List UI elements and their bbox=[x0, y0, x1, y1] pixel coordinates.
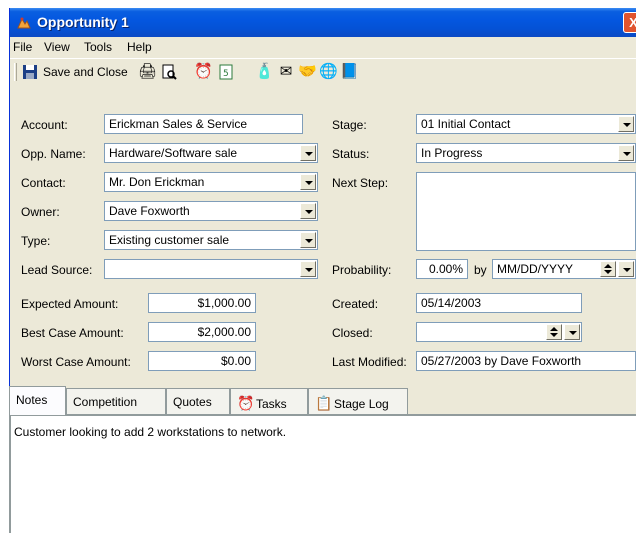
toolbar-grip[interactable] bbox=[14, 63, 17, 81]
contact-value: Mr. Don Erickman bbox=[109, 175, 205, 189]
owner-dropdown-button[interactable] bbox=[300, 203, 316, 219]
handshake-icon[interactable]: 🤝 bbox=[298, 63, 317, 81]
probability-date-dropdown-button[interactable] bbox=[618, 261, 634, 277]
tab-quotes[interactable]: Quotes bbox=[166, 388, 230, 414]
notes-text: Customer looking to add 2 workstations t… bbox=[14, 425, 287, 439]
stage-label: Stage: bbox=[332, 118, 367, 132]
svg-text:5: 5 bbox=[223, 69, 229, 79]
tab-bar: Notes Competition Quotes ⏰ Tasks 📋 Stage L… bbox=[9, 386, 636, 415]
probability-label: Probability: bbox=[332, 263, 392, 277]
tab-tasks[interactable]: ⏰ Tasks bbox=[230, 388, 308, 414]
opportunity-app-icon bbox=[17, 17, 31, 29]
owner-value: Dave Foxworth bbox=[109, 204, 190, 218]
tab-tasks-label: Tasks bbox=[256, 397, 287, 411]
type-dropdown[interactable]: Existing customer sale bbox=[104, 230, 318, 250]
menu-view[interactable]: View bbox=[44, 40, 70, 54]
print-icon[interactable]: 🖨 bbox=[138, 63, 157, 81]
worst-case-amount-field[interactable]: $0.00 bbox=[148, 351, 256, 371]
stage-dropdown-button[interactable] bbox=[618, 116, 634, 132]
stage-dropdown[interactable]: 01 Initial Contact bbox=[416, 114, 636, 134]
probability-date-value: MM/DD/YYYY bbox=[497, 262, 574, 276]
probability-field[interactable]: 0.00% bbox=[416, 259, 468, 279]
owner-label: Owner: bbox=[21, 205, 60, 219]
tab-quotes-label: Quotes bbox=[173, 395, 212, 409]
closed-label: Closed: bbox=[332, 326, 373, 340]
last-modified-label: Last Modified: bbox=[332, 355, 407, 369]
title-bar[interactable]: Opportunity 1 X bbox=[10, 8, 636, 37]
tasks-clock-icon: ⏰ bbox=[237, 395, 255, 411]
created-field[interactable]: 05/14/2003 bbox=[416, 293, 582, 313]
opp-name-value: Hardware/Software sale bbox=[109, 146, 238, 160]
toolbar: Save and Close 🖨 ⏰ 5 🧴 ✉ 🤝 🌐 📘 bbox=[10, 58, 636, 84]
best-case-amount-field[interactable]: $2,000.00 bbox=[148, 322, 256, 342]
window-title: Opportunity 1 bbox=[37, 14, 129, 30]
globe-icon[interactable]: 🌐 bbox=[319, 63, 338, 81]
type-value: Existing customer sale bbox=[109, 233, 230, 247]
closed-date-dropdown-button[interactable] bbox=[564, 324, 580, 340]
created-label: Created: bbox=[332, 297, 379, 311]
account-field[interactable]: Erickman Sales & Service bbox=[104, 114, 303, 134]
contact-dropdown-button[interactable] bbox=[300, 174, 316, 190]
tab-notes-label: Notes bbox=[16, 393, 48, 407]
account-label: Account: bbox=[21, 118, 68, 132]
spreadsheet-icon[interactable]: 5 bbox=[217, 63, 235, 81]
owner-dropdown[interactable]: Dave Foxworth bbox=[104, 201, 318, 221]
closed-date-spinner[interactable] bbox=[546, 324, 562, 340]
status-dropdown-button[interactable] bbox=[618, 145, 634, 161]
mail-icon[interactable]: ✉ bbox=[277, 63, 295, 81]
menu-tools[interactable]: Tools bbox=[84, 40, 112, 54]
lead-source-dropdown[interactable] bbox=[104, 259, 318, 279]
next-step-label: Next Step: bbox=[332, 176, 389, 190]
expected-amount-field[interactable]: $1,000.00 bbox=[148, 293, 256, 313]
tab-notes[interactable]: Notes bbox=[9, 386, 66, 415]
menu-bar: File View Tools Help bbox=[10, 37, 636, 57]
probability-date-spinner[interactable] bbox=[600, 261, 616, 277]
tab-competition-label: Competition bbox=[73, 395, 138, 409]
expected-amount-label: Expected Amount: bbox=[21, 297, 119, 311]
menu-file[interactable]: File bbox=[13, 40, 32, 54]
tab-competition[interactable]: Competition bbox=[66, 388, 166, 414]
status-dropdown[interactable]: In Progress bbox=[416, 143, 636, 163]
next-step-textarea[interactable] bbox=[416, 172, 636, 251]
stage-log-icon: 📋 bbox=[315, 395, 333, 411]
type-label: Type: bbox=[21, 234, 51, 248]
status-label: Status: bbox=[332, 147, 370, 161]
bottle-icon[interactable]: 🧴 bbox=[255, 63, 274, 81]
lead-source-dropdown-button[interactable] bbox=[300, 261, 316, 277]
last-modified-field[interactable]: 05/27/2003 by Dave Foxworth bbox=[416, 351, 636, 371]
print-preview-icon[interactable] bbox=[160, 63, 178, 81]
stage-value: 01 Initial Contact bbox=[421, 117, 511, 131]
lead-source-label: Lead Source: bbox=[21, 263, 93, 277]
opp-name-dropdown-button[interactable] bbox=[300, 145, 316, 161]
probability-date-field[interactable]: MM/DD/YYYY bbox=[492, 259, 636, 279]
contact-dropdown[interactable]: Mr. Don Erickman bbox=[104, 172, 318, 192]
close-button[interactable]: X bbox=[623, 12, 636, 33]
best-case-amount-label: Best Case Amount: bbox=[21, 326, 124, 340]
worst-case-amount-label: Worst Case Amount: bbox=[21, 355, 131, 369]
save-icon[interactable] bbox=[21, 63, 39, 81]
menu-help[interactable]: Help bbox=[127, 40, 152, 54]
opp-name-label: Opp. Name: bbox=[21, 147, 86, 161]
type-dropdown-button[interactable] bbox=[300, 232, 316, 248]
task-icon[interactable]: ⏰ bbox=[194, 63, 213, 81]
tab-stage-log-label: Stage Log bbox=[334, 397, 389, 411]
book-icon[interactable]: 📘 bbox=[340, 63, 359, 81]
status-value: In Progress bbox=[421, 146, 483, 160]
save-and-close-button[interactable]: Save and Close bbox=[43, 65, 128, 79]
probability-by-label: by bbox=[474, 263, 487, 277]
contact-label: Contact: bbox=[21, 176, 66, 190]
opp-name-dropdown[interactable]: Hardware/Software sale bbox=[104, 143, 318, 163]
closed-date-field[interactable] bbox=[416, 322, 582, 342]
tab-stage-log[interactable]: 📋 Stage Log bbox=[308, 388, 408, 414]
